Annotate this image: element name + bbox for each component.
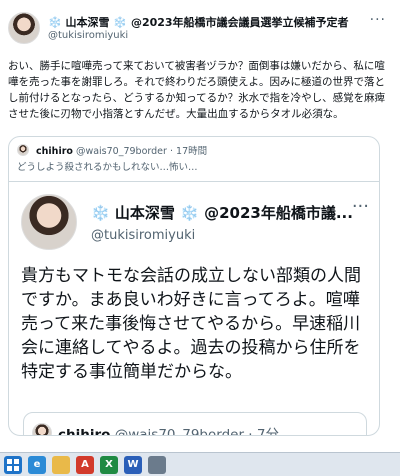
snowflake-icon: ❄️: [113, 16, 128, 29]
tweet-text: おい、勝手に喧嘩売って来ておいて被害者ヅラか？面倒事は嫌いだから、私に喧嘩を売っ…: [8, 60, 386, 120]
embedded-handle: @tukisiromiyuki: [91, 228, 196, 243]
main-tweet[interactable]: ❄️ 山本深雪 ❄️ @2023年船橋市議会議員選挙立候補予定者 @tukisi…: [0, 0, 400, 440]
display-name[interactable]: ❄️ 山本深雪 ❄️ @2023年船橋市議会議員選挙立候補予定者: [48, 14, 349, 30]
quoted-handle: @wais70_79border: [75, 146, 167, 157]
folder-icon[interactable]: [52, 455, 70, 474]
quoted-name: chihiro: [36, 146, 73, 157]
excel-icon[interactable]: X: [100, 455, 118, 474]
pdf-icon[interactable]: A: [76, 455, 94, 474]
embedded-display-name: ❄️ 山本深雪 ❄️ @2023年船橋市議...: [91, 204, 353, 222]
ie-icon[interactable]: e: [28, 455, 46, 474]
word-icon[interactable]: W: [124, 455, 142, 474]
quoted-time: 17時間: [176, 146, 208, 157]
embedded-quote-card: chihiro @wais70_79border · 7分: [23, 412, 367, 436]
quoted-text: どうしよう殺されるかもしれない…怖い…: [17, 162, 198, 173]
avatar: [17, 144, 29, 156]
embedded-screenshot: ❄️ 山本深雪 ❄️ @2023年船橋市議... @tukisiromiyuki…: [9, 181, 379, 436]
app-icon[interactable]: [148, 455, 166, 474]
start-icon[interactable]: [4, 455, 22, 474]
embedded-quote-header: chihiro @wais70_79border · 7分: [58, 427, 279, 436]
avatar: [21, 194, 77, 250]
avatar[interactable]: [8, 12, 40, 44]
snowflake-icon: ❄️: [180, 204, 199, 222]
quoted-tweet-header: chihiro @wais70_79border · 17時間: [17, 143, 207, 157]
avatar: [32, 423, 52, 435]
snowflake-icon: ❄️: [48, 16, 62, 29]
taskbar: e A X W: [0, 452, 400, 476]
quoted-tweet-card[interactable]: chihiro @wais70_79border · 17時間 どうしよう殺され…: [8, 136, 380, 436]
embedded-tweet-text: 貴方もマトモな会話の成立しない部類の人間ですか。まあ良いわ好きに言ってろよ。喧嘩…: [21, 266, 361, 382]
user-handle[interactable]: @tukisiromiyuki: [48, 30, 128, 41]
more-options-icon[interactable]: ···: [370, 12, 386, 28]
snowflake-icon: ❄️: [91, 204, 110, 222]
more-options-icon: ···: [351, 196, 369, 217]
